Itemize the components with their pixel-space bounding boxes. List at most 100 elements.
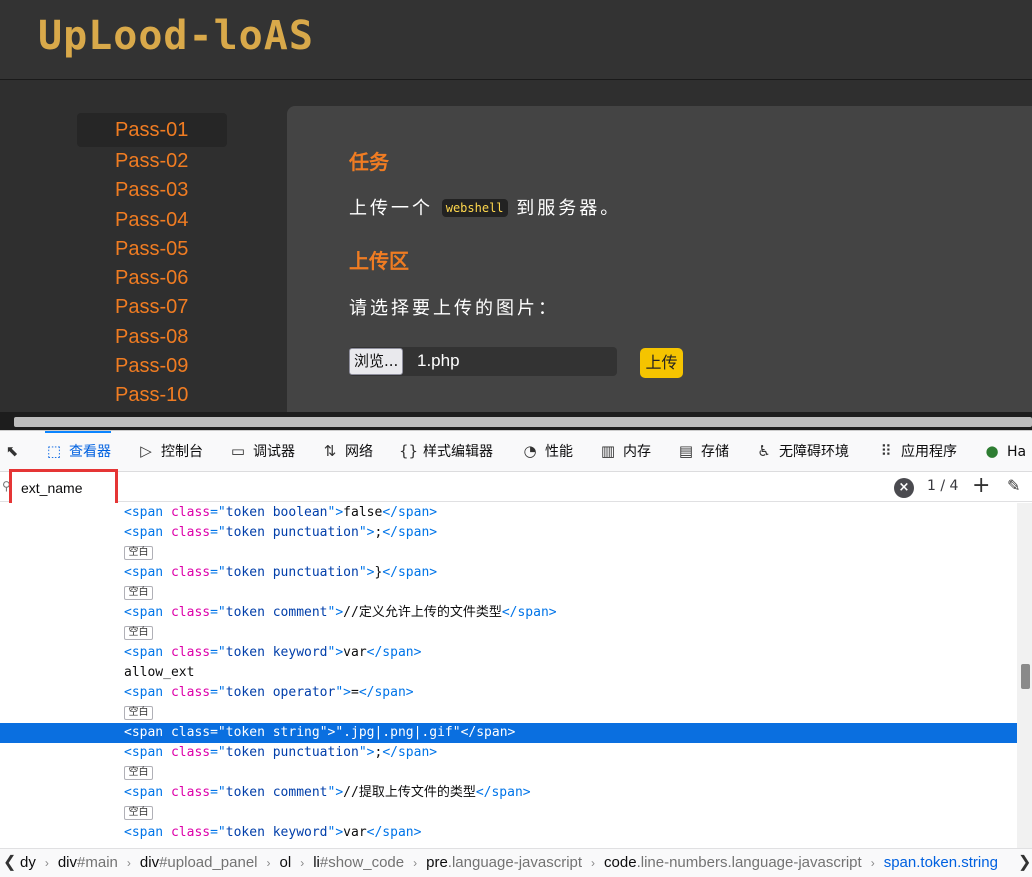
whitespace-node-badge[interactable]: 空白 (124, 706, 153, 720)
tab-performance[interactable]: ◔ 性能 (521, 431, 573, 472)
tab-label: 性能 (545, 444, 573, 460)
menu-item-pass-02[interactable]: Pass-02 (77, 145, 227, 174)
markup-node[interactable]: <span class="token boolean">false</span> (0, 503, 1017, 523)
attr-quote: =" (210, 645, 226, 660)
site-logo[interactable]: UpLood-loAS (38, 13, 314, 59)
clear-search-icon[interactable]: × (894, 478, 914, 498)
tab-network[interactable]: ⇅ 网络 (321, 431, 373, 472)
menu-item-pass-05[interactable]: Pass-05 (77, 233, 227, 262)
storage-icon: ▤ (678, 442, 694, 460)
node-text: //定义允许上传的文件类型 (343, 605, 502, 620)
tag-end: </span> (460, 725, 516, 740)
tab-style-editor[interactable]: {} 样式编辑器 (399, 431, 493, 472)
breadcrumb-selector: .line-numbers.language-javascript (636, 854, 862, 871)
menu-item-pass-08[interactable]: Pass-08 (77, 321, 227, 350)
task-heading: 任务 (349, 150, 389, 174)
selected-markup-node[interactable]: <span class="token string">".jpg|.png|.g… (0, 723, 1017, 743)
breadcrumb-item[interactable]: div#main (58, 849, 118, 877)
browse-button[interactable]: 浏览... (349, 348, 404, 375)
markup-vertical-scrollbar[interactable] (1017, 503, 1032, 848)
pass-menu: Pass-01 Pass-02 Pass-03 Pass-04 Pass-05 Pass-… (77, 113, 227, 409)
attr-name: class (170, 825, 211, 840)
markup-node[interactable]: <span class="token punctuation">;</span> (0, 743, 1017, 763)
attr-quote: =" (210, 745, 226, 760)
attr-name: class (170, 785, 211, 800)
markup-node[interactable]: <span class="token comment">//定义允许上传的文件类… (0, 603, 1017, 623)
tag-end: </span> (366, 825, 422, 840)
markup-view: <span class="token boolean">false</span>… (0, 503, 1017, 848)
whitespace-node-badge[interactable]: 空白 (124, 766, 153, 780)
markup-node[interactable]: <span class="token punctuation">}</span> (0, 563, 1017, 583)
inspector-icon: ⬚ (46, 442, 62, 460)
tab-label: 样式编辑器 (423, 444, 493, 460)
breadcrumb-selector: #upload_panel (159, 854, 258, 871)
scrollbar-thumb[interactable] (1021, 664, 1030, 689)
attr-quote: =" (210, 825, 226, 840)
node-text: false (343, 505, 383, 520)
breadcrumb-item[interactable]: span.token.string (884, 849, 998, 877)
menu-item-pass-06[interactable]: Pass-06 (77, 262, 227, 291)
markup-node[interactable]: allow_ext (0, 663, 1017, 683)
selected-file-name: 1.php (417, 351, 460, 370)
upload-heading: 上传区 (349, 249, 409, 273)
tab-inspector[interactable]: ⬚ 查看器 (45, 431, 111, 472)
tab-storage[interactable]: ▤ 存储 (677, 431, 729, 472)
breadcrumb-tag: code (604, 854, 637, 871)
tab-label: 调试器 (253, 444, 295, 460)
breadcrumb-item[interactable]: li#show_code (313, 849, 404, 877)
page-horizontal-scrollbar[interactable] (0, 412, 1032, 430)
tab-memory[interactable]: ▥ 内存 (599, 431, 651, 472)
attr-quote: =" (210, 725, 226, 740)
menu-item-pass-10[interactable]: Pass-10 (77, 379, 227, 408)
tab-application[interactable]: ⠿ 应用程序 (877, 431, 958, 472)
attr-quote: =" (210, 785, 226, 800)
menu-item-pass-01[interactable]: Pass-01 (77, 113, 227, 147)
attr-quote: =" (210, 505, 226, 520)
upload-panel: 任务 上传一个 webshell 到服务器。 上传区 请选择要上传的图片： 浏览… (287, 106, 1032, 412)
markup-node[interactable]: <span class="token keyword">var</span> (0, 823, 1017, 843)
tab-hackbar[interactable]: ● Ha (983, 431, 1026, 472)
breadcrumb-separator-icon: › (870, 856, 875, 870)
tag-open: <span (124, 745, 171, 760)
breadcrumb-item[interactable]: ol (280, 849, 292, 877)
attr-name: class (170, 605, 211, 620)
file-input[interactable]: 浏览... 1.php (349, 347, 617, 376)
breadcrumb-item[interactable]: code.line-numbers.language-javascript (604, 849, 862, 877)
chevron-right-icon[interactable]: ❯ (1018, 849, 1031, 877)
scrollbar-thumb[interactable] (14, 417, 1032, 427)
markup-node[interactable]: <span class="token operator">=</span> (0, 683, 1017, 703)
eyedropper-icon[interactable]: ✎ (1007, 476, 1020, 495)
whitespace-node-badge[interactable]: 空白 (124, 626, 153, 640)
breadcrumb-selector: .language-javascript (447, 854, 583, 871)
menu-item-pass-04[interactable]: Pass-04 (77, 204, 227, 233)
markup-node[interactable]: <span class="token comment">//提取上传文件的类型<… (0, 783, 1017, 803)
breadcrumb-item[interactable]: div#upload_panel (140, 849, 258, 877)
task-text-after: 到服务器。 (516, 198, 622, 219)
breadcrumb-tag: div (57, 854, 78, 871)
add-node-icon[interactable]: + (972, 473, 990, 498)
tab-debugger[interactable]: ▭ 调试器 (229, 431, 295, 472)
upload-button[interactable]: 上传 (640, 348, 683, 378)
attr-name: class (170, 505, 211, 520)
whitespace-node-badge[interactable]: 空白 (124, 586, 153, 600)
performance-icon: ◔ (523, 442, 537, 460)
node-text: var (343, 825, 367, 840)
markup-node[interactable]: <span class="token punctuation">;</span> (0, 523, 1017, 543)
breadcrumb-item[interactable]: dy (20, 849, 36, 877)
tag-end: </span> (501, 605, 557, 620)
tab-accessibility[interactable]: ♿ 无障碍环境 (755, 431, 849, 472)
markup-node[interactable]: <span class="token keyword">var</span> (0, 643, 1017, 663)
attr-value: token boolean (225, 505, 328, 520)
markup-search-input[interactable]: ext_name (9, 469, 118, 506)
whitespace-node-badge[interactable]: 空白 (124, 806, 153, 820)
breadcrumb-item[interactable]: pre.language-javascript (426, 849, 582, 877)
attr-value: token comment (225, 605, 328, 620)
whitespace-node-badge[interactable]: 空白 (124, 546, 153, 560)
tag-open: <span (124, 565, 171, 580)
menu-item-pass-07[interactable]: Pass-07 (77, 291, 227, 320)
tab-console[interactable]: ▷ 控制台 (137, 431, 203, 472)
menu-item-pass-09[interactable]: Pass-09 (77, 350, 227, 379)
menu-item-pass-03[interactable]: Pass-03 (77, 174, 227, 203)
chevron-left-icon[interactable]: ❮ (3, 849, 16, 877)
element-picker-button[interactable]: ⬉ (3, 431, 27, 472)
